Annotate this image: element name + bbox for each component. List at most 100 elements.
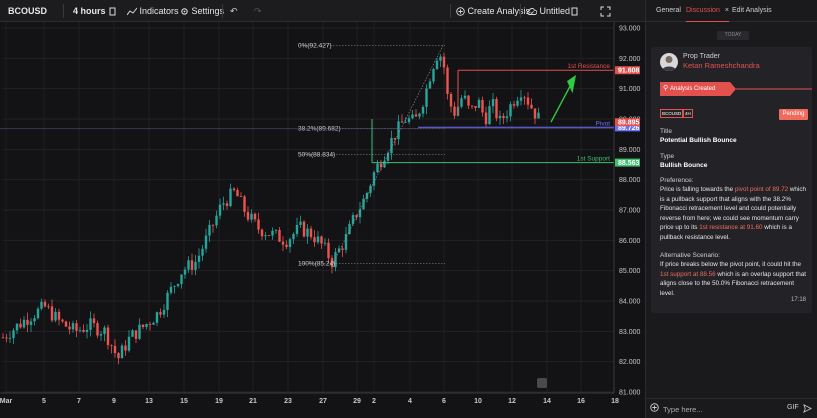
bar-style-icon[interactable]	[108, 0, 117, 22]
candle-body	[341, 248, 344, 250]
title-heading: Title	[660, 128, 673, 135]
chat-input[interactable]	[663, 403, 773, 415]
candle-body	[421, 106, 425, 114]
send-icon[interactable]	[803, 404, 813, 415]
analysis-created-label: Analysis Created	[670, 86, 716, 92]
candle-body	[176, 284, 180, 287]
author-role: Prop Trader	[683, 53, 720, 60]
layout-icon[interactable]	[570, 0, 579, 22]
date-tick-label: 12	[508, 398, 516, 405]
candle-body	[292, 233, 295, 240]
gif-button[interactable]: GIF	[787, 404, 799, 411]
candle-body	[1, 337, 5, 339]
candle-body	[201, 248, 204, 256]
candle-body	[180, 274, 183, 285]
candle-body	[68, 326, 71, 330]
price-chart[interactable]: 0%(92.427) 38.2%(89.682) 50%(88.834) 100%(8…	[0, 22, 645, 418]
chart-canvas[interactable]: 0%(92.427) 38.2%(89.682) 50%(88.834) 100%(8…	[0, 22, 645, 418]
candle-body	[299, 221, 302, 225]
date-divider: TODAY	[717, 31, 749, 40]
candle-body	[516, 100, 519, 106]
candle-body	[428, 81, 432, 89]
status-badge: Pending	[779, 109, 808, 120]
tab-edit-analysis[interactable]: Edit Analysis	[732, 0, 772, 22]
candle-body	[523, 97, 526, 99]
toolbar-divider	[63, 4, 64, 18]
candle-body	[505, 116, 509, 119]
tab-general[interactable]: General	[656, 0, 681, 22]
candle-body	[110, 345, 113, 346]
date-tick-label: 21	[249, 398, 257, 405]
candle-body	[435, 60, 439, 70]
toolbar-divider	[222, 4, 223, 18]
price-tick-label: 92.000	[619, 56, 641, 63]
scroll-to-end-button[interactable]	[537, 378, 547, 388]
candle-body	[495, 99, 498, 119]
chat-bar: GIF	[646, 398, 817, 418]
candle-body	[425, 88, 428, 107]
candle-body	[187, 260, 190, 270]
date-tick-label: 10	[474, 398, 482, 405]
candle-body	[306, 228, 309, 237]
candle-body	[432, 69, 435, 82]
date-tick-label: 9	[112, 398, 116, 405]
candle-body	[82, 330, 85, 332]
candle-body	[491, 99, 495, 107]
candle-body	[204, 235, 208, 249]
redo-icon[interactable]: ↷	[254, 0, 262, 22]
candle-body	[152, 322, 155, 325]
settings-button[interactable]: Settings	[180, 0, 224, 22]
layout-name-label: Untitled	[539, 6, 571, 16]
type-heading: Type	[660, 153, 675, 160]
candle-body	[239, 196, 243, 198]
candle-body	[281, 241, 285, 245]
level-name-label: 1st Resistance	[567, 63, 610, 70]
date-tick-label: 29	[353, 398, 361, 405]
candle-body	[369, 185, 372, 193]
candle-body	[526, 97, 530, 105]
price-tick-label: 82.000	[619, 359, 641, 366]
candle-body	[348, 223, 351, 235]
candle-body	[477, 99, 481, 108]
candle-body	[460, 98, 463, 107]
support-highlight: 1st support at 88.56	[660, 270, 716, 278]
add-icon[interactable]	[650, 403, 659, 414]
undo-icon[interactable]: ↶	[230, 0, 238, 22]
date-tick-label: 13	[145, 398, 153, 405]
tab-discussion[interactable]: Discussion ×	[686, 0, 729, 22]
fullscreen-icon[interactable]	[600, 0, 611, 22]
tab-discussion-label: Discussion	[686, 7, 720, 14]
title-value: Potential Bullish Bounce	[660, 137, 737, 144]
level-name-label: Pivot	[596, 120, 611, 127]
candle-body	[197, 255, 201, 262]
candle-body	[407, 118, 411, 123]
layout-name-button[interactable]: Untitled	[527, 0, 570, 22]
price-tick-label: 86.000	[619, 238, 641, 245]
cloud-check-icon	[527, 8, 537, 16]
interval-selector[interactable]: 4 hours	[73, 0, 106, 22]
candle-body	[397, 121, 400, 140]
candle-body	[302, 221, 306, 237]
indicators-button[interactable]: Indicators	[127, 0, 179, 22]
plus-circle-icon	[456, 7, 465, 16]
date-tick-label: 16	[577, 398, 585, 405]
price-tick-label: 85.000	[619, 268, 641, 275]
date-tick-label: 23	[284, 398, 292, 405]
date-tick-label: 6	[442, 398, 446, 405]
author-name[interactable]: Ketan Rameshchandra	[683, 61, 760, 70]
date-tick-label: 15	[180, 398, 188, 405]
candle-body	[218, 204, 222, 216]
symbol-selector[interactable]: BCOUSD	[8, 0, 47, 22]
fib-level-label: 38.2%(89.682)	[298, 126, 341, 133]
candle-body	[243, 196, 246, 212]
fib-level-label: 0%(92.427)	[298, 42, 332, 49]
create-analysis-button[interactable]: Create Analysis	[456, 0, 530, 22]
candle-body	[484, 112, 488, 125]
gear-icon	[181, 8, 188, 15]
price-tick-label: 81.000	[619, 390, 641, 397]
close-icon[interactable]: ×	[725, 7, 729, 14]
candle-body	[271, 230, 274, 236]
candle-body	[400, 121, 404, 123]
candle-body	[512, 104, 516, 106]
candle-body	[250, 213, 253, 220]
